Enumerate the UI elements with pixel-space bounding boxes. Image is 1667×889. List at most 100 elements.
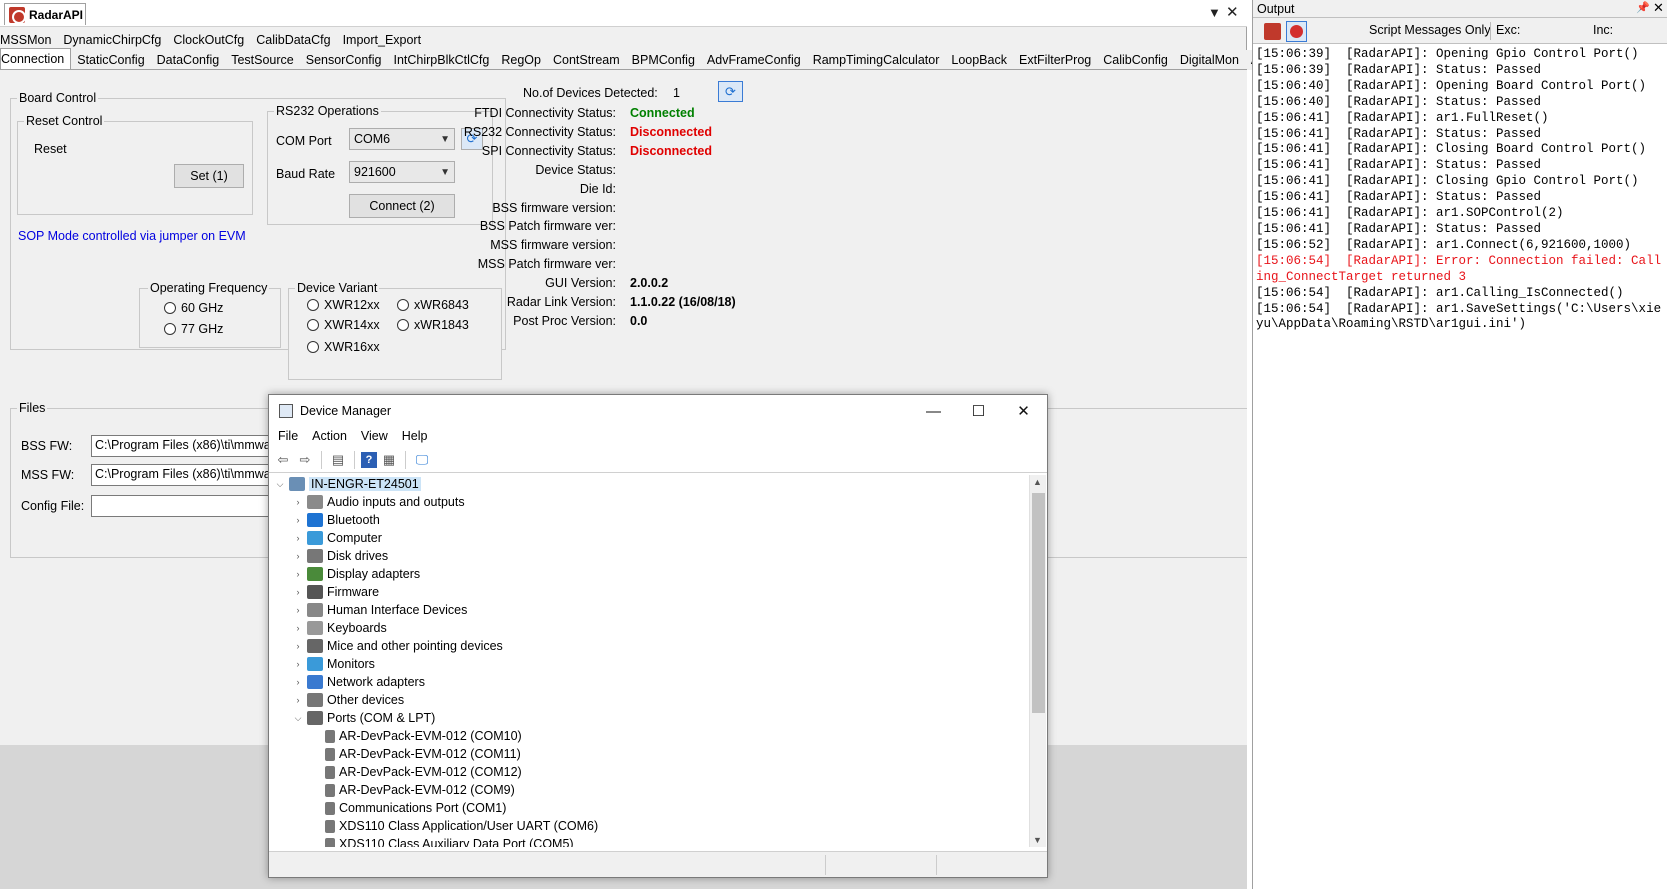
tab-import-export[interactable]: Import_Export (337, 30, 428, 50)
pin-icon[interactable]: 📌 (1636, 1, 1650, 14)
refresh-devices-button[interactable]: ⟳ (718, 81, 743, 102)
chevron-down-icon[interactable]: ⌵ (273, 479, 287, 490)
chevron-right-icon[interactable]: › (291, 497, 305, 507)
close-icon[interactable]: ✕ (1226, 3, 1239, 21)
tree-port-item[interactable]: AR-DevPack-EVM-012 (COM12) (323, 763, 522, 781)
tree-category-computer[interactable]: › Computer (291, 529, 382, 547)
tab-digitalmon[interactable]: DigitalMon (1174, 50, 1245, 70)
tab-mssmon[interactable]: MSSMon (0, 30, 57, 50)
maximize-button[interactable]: ☐ (956, 395, 1001, 427)
tab-contstream[interactable]: ContStream (547, 50, 626, 70)
chevron-right-icon[interactable]: › (291, 551, 305, 561)
menu-view[interactable]: View (361, 427, 396, 447)
tab-intchirpblkctlcfg[interactable]: IntChirpBlkCtlCfg (387, 50, 495, 70)
dropdown-arrow-icon[interactable]: ▼ (1208, 5, 1221, 20)
tree-category-display-adapters[interactable]: › Display adapters (291, 565, 420, 583)
radio-xwr14xx[interactable]: XWR14xx (307, 318, 380, 332)
output-log[interactable]: [15:06:39] [RadarAPI]: Opening Gpio Cont… (1253, 46, 1667, 889)
radio-xwr6843[interactable]: xWR6843 (397, 298, 469, 312)
help-icon[interactable]: ? (361, 451, 377, 468)
config-file-input[interactable] (91, 495, 271, 517)
chevron-down-icon[interactable]: ⌵ (291, 713, 305, 724)
com-port-select[interactable]: COM6 ▼ (349, 128, 455, 150)
scroll-up-icon[interactable]: ▲ (1033, 477, 1042, 487)
chevron-right-icon[interactable]: › (291, 623, 305, 633)
mss-fw-path-input[interactable]: C:\Program Files (x86)\ti\mmwave (91, 464, 271, 486)
chevron-right-icon[interactable]: › (291, 641, 305, 651)
tab-dynamicchirpcfg[interactable]: DynamicChirpCfg (57, 30, 167, 50)
minimize-button[interactable]: — (911, 395, 956, 427)
tree-category-human-interface-devices[interactable]: › Human Interface Devices (291, 601, 467, 619)
tab-bpmconfig[interactable]: BPMConfig (626, 50, 701, 70)
log-line: [15:06:40] [RadarAPI]: Status: Passed (1256, 94, 1542, 109)
vertical-scrollbar[interactable]: ▲ ▼ (1029, 475, 1046, 847)
radio-60ghz[interactable]: 60 GHz (164, 301, 223, 315)
tree-port-item[interactable]: AR-DevPack-EVM-012 (COM10) (323, 727, 522, 745)
scroll-down-icon[interactable]: ▼ (1033, 835, 1042, 845)
update-driver-icon[interactable]: ▦ (379, 450, 399, 470)
tab-extfilterprog[interactable]: ExtFilterProg (1013, 50, 1097, 70)
tree-category-audio-inputs-and-outputs[interactable]: › Audio inputs and outputs (291, 493, 465, 511)
tab-advframeconfig[interactable]: AdvFrameConfig (701, 50, 807, 70)
radio-xwr12xx[interactable]: XWR12xx (307, 298, 380, 312)
back-icon[interactable]: ⇦ (273, 450, 293, 470)
tree-category-network-adapters[interactable]: › Network adapters (291, 673, 425, 691)
tree-category-firmware[interactable]: › Firmware (291, 583, 379, 601)
clear-log-icon[interactable] (1264, 23, 1281, 40)
bss-fw-path-input[interactable]: C:\Program Files (x86)\ti\mmwave (91, 435, 271, 457)
tab-calibdatacfg[interactable]: CalibDataCfg (250, 30, 336, 50)
files-title: Files (17, 401, 48, 415)
chevron-right-icon[interactable]: › (291, 515, 305, 525)
menu-file[interactable]: File (278, 427, 306, 447)
set-button[interactable]: Set (1) (174, 164, 244, 188)
stop-button[interactable] (1286, 21, 1307, 42)
forward-icon[interactable]: ⇨ (295, 450, 315, 470)
tab-ramptimingcalculator[interactable]: RampTimingCalculator (807, 50, 946, 70)
tab-testsource[interactable]: TestSource (225, 50, 300, 70)
tree-port-item[interactable]: XDS110 Class Application/User UART (COM6… (323, 817, 598, 835)
menu-action[interactable]: Action (312, 427, 355, 447)
chevron-right-icon[interactable]: › (291, 659, 305, 669)
close-icon[interactable]: ✕ (1653, 0, 1664, 16)
tab-regop[interactable]: RegOp (495, 50, 547, 70)
radio-xwr14xx-label: XWR14xx (324, 318, 380, 332)
tree-category-monitors[interactable]: › Monitors (291, 655, 375, 673)
properties-icon[interactable]: ▤ (328, 450, 348, 470)
tree-port-item[interactable]: AR-DevPack-EVM-012 (COM11) (323, 745, 521, 763)
log-line: [15:06:41] [RadarAPI]: ar1.SOPControl(2) (1256, 206, 1564, 221)
script-messages-only-toggle[interactable]: Script Messages Only (1369, 23, 1491, 37)
chevron-right-icon[interactable]: › (291, 533, 305, 543)
close-button[interactable]: ✕ (1001, 395, 1046, 427)
chevron-right-icon[interactable]: › (291, 677, 305, 687)
radio-xwr16xx[interactable]: XWR16xx (307, 340, 380, 354)
tab-sensorconfig[interactable]: SensorConfig (300, 50, 388, 70)
radio-xwr1843[interactable]: xWR1843 (397, 318, 469, 332)
tree-category-keyboards[interactable]: › Keyboards (291, 619, 387, 637)
tab-connection[interactable]: Connection (0, 48, 72, 70)
chevron-right-icon[interactable]: › (291, 569, 305, 579)
chevron-right-icon[interactable]: › (291, 587, 305, 597)
chevron-right-icon[interactable]: › (291, 605, 305, 615)
chevron-right-icon[interactable]: › (291, 695, 305, 705)
app-document-tab[interactable]: RadarAPI (4, 3, 86, 25)
tab-staticconfig[interactable]: StaticConfig (71, 50, 150, 70)
tree-category-bluetooth[interactable]: › Bluetooth (291, 511, 380, 529)
radio-77ghz[interactable]: 77 GHz (164, 322, 223, 336)
scrollbar-thumb[interactable] (1032, 493, 1045, 713)
tree-port-item[interactable]: XDS110 Class Auxiliary Data Port (COM5) (323, 835, 574, 847)
scan-hardware-icon[interactable]: 🖵 (412, 450, 432, 470)
tab-calibconfig[interactable]: CalibConfig (1097, 50, 1174, 70)
connect-button[interactable]: Connect (2) (349, 194, 455, 218)
tab-loopback[interactable]: LoopBack (945, 50, 1013, 70)
tree-root[interactable]: ⌵ IN-ENGR-ET24501 (273, 475, 421, 493)
tree-port-item[interactable]: Communications Port (COM1) (323, 799, 506, 817)
tree-port-item[interactable]: AR-DevPack-EVM-012 (COM9) (323, 781, 515, 799)
menu-help[interactable]: Help (402, 427, 436, 447)
tree-category-other-devices[interactable]: › Other devices (291, 691, 404, 709)
tab-clockoutcfg[interactable]: ClockOutCfg (167, 30, 250, 50)
tab-dataconfig[interactable]: DataConfig (151, 50, 226, 70)
tree-category-disk-drives[interactable]: › Disk drives (291, 547, 388, 565)
tree-category-ports-com-lpt[interactable]: ⌵ Ports (COM & LPT) (291, 709, 435, 727)
tree-category-mice-and-other-pointing-devices[interactable]: › Mice and other pointing devices (291, 637, 503, 655)
baud-rate-select[interactable]: 921600 ▼ (349, 161, 455, 183)
